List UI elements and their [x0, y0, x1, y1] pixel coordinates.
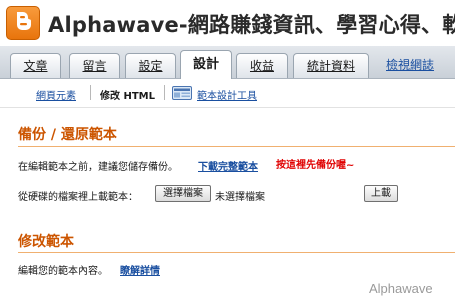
edit-intro-text: 編輯您的範本內容。	[18, 266, 108, 277]
tab-settings[interactable]: 設定	[125, 53, 176, 78]
blog-title: Alphawave-網路賺錢資訊、學習心得、軟	[48, 13, 455, 37]
edit-section-heading: 修改範本	[18, 234, 74, 250]
blogger-logo-icon[interactable]	[6, 6, 40, 40]
section-divider	[18, 146, 455, 147]
subnav-divider	[164, 85, 165, 100]
blogger-header: Alphawave-網路賺錢資訊、學習心得、軟	[0, 0, 455, 46]
upload-button[interactable]: 上載	[364, 185, 398, 202]
subnav-template-designer[interactable]: 範本設計工具	[197, 87, 257, 102]
tab-monetize[interactable]: 收益	[236, 53, 288, 78]
tab-posts[interactable]: 文章	[10, 53, 61, 78]
download-template-link[interactable]: 下載完整範本	[198, 158, 258, 173]
view-blog-link[interactable]: 檢視網誌	[386, 56, 434, 73]
template-designer-icon[interactable]	[172, 86, 192, 100]
design-subnav: 網頁元素 修改 HTML 範本設計工具	[0, 79, 455, 108]
tab-design[interactable]: 設計	[180, 50, 232, 79]
watermark: Alphawave	[369, 281, 433, 296]
no-file-chosen-text: 未選擇檔案	[215, 192, 265, 203]
subnav-divider	[90, 85, 91, 100]
backup-annotation: 按這裡先備份喔~	[276, 160, 355, 171]
tab-comments[interactable]: 留言	[69, 53, 120, 78]
learn-more-link[interactable]: 瞭解詳情	[120, 262, 160, 277]
backup-intro-text: 在編輯範本之前，建議您儲存備份。	[18, 162, 178, 173]
section-divider	[18, 252, 455, 253]
choose-file-button[interactable]: 選擇檔案	[155, 185, 211, 202]
subnav-page-elements[interactable]: 網頁元素	[36, 87, 76, 102]
upload-label: 從硬碟的檔案裡上載範本：	[18, 192, 138, 203]
tab-stats[interactable]: 統計資料	[293, 53, 369, 78]
subnav-edit-html: 修改 HTML	[100, 91, 155, 102]
backup-section-heading: 備份 / 還原範本	[18, 127, 117, 143]
